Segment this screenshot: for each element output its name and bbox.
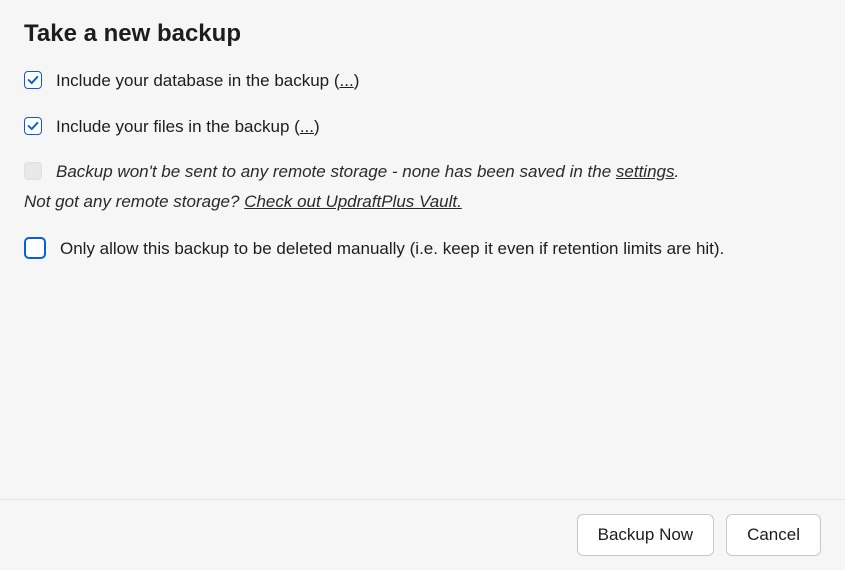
database-options-link[interactable]: ...	[340, 71, 354, 90]
vault-link[interactable]: Check out UpdraftPlus Vault.	[244, 192, 462, 211]
remote-storage-text-line1: Backup won't be sent to any remote stora…	[56, 159, 821, 185]
include-database-checkbox[interactable]	[24, 71, 42, 89]
include-files-checkbox[interactable]	[24, 117, 42, 135]
option-include-files: Include your files in the backup (...)	[24, 114, 821, 140]
manual-delete-checkbox[interactable]	[24, 237, 46, 259]
option-remote-storage: Backup won't be sent to any remote stora…	[24, 159, 821, 214]
option-manual-delete: Only allow this backup to be deleted man…	[24, 236, 821, 262]
include-database-label: Include your database in the backup (...…	[56, 68, 821, 94]
checkmark-icon	[26, 73, 40, 87]
dialog-title: Take a new backup	[24, 20, 821, 48]
backup-now-button[interactable]: Backup Now	[577, 514, 714, 556]
backup-dialog: Take a new backup Include your database …	[0, 0, 845, 262]
remote-storage-checkbox	[24, 162, 42, 180]
option-include-database: Include your database in the backup (...…	[24, 68, 821, 94]
dialog-footer: Backup Now Cancel	[0, 499, 845, 570]
settings-link[interactable]: settings	[616, 162, 675, 181]
cancel-button[interactable]: Cancel	[726, 514, 821, 556]
manual-delete-label: Only allow this backup to be deleted man…	[60, 236, 821, 262]
files-options-link[interactable]: ...	[300, 117, 314, 136]
include-files-label: Include your files in the backup (...)	[56, 114, 821, 140]
checkmark-icon	[26, 119, 40, 133]
remote-storage-text-line2: Not got any remote storage? Check out Up…	[24, 189, 821, 215]
